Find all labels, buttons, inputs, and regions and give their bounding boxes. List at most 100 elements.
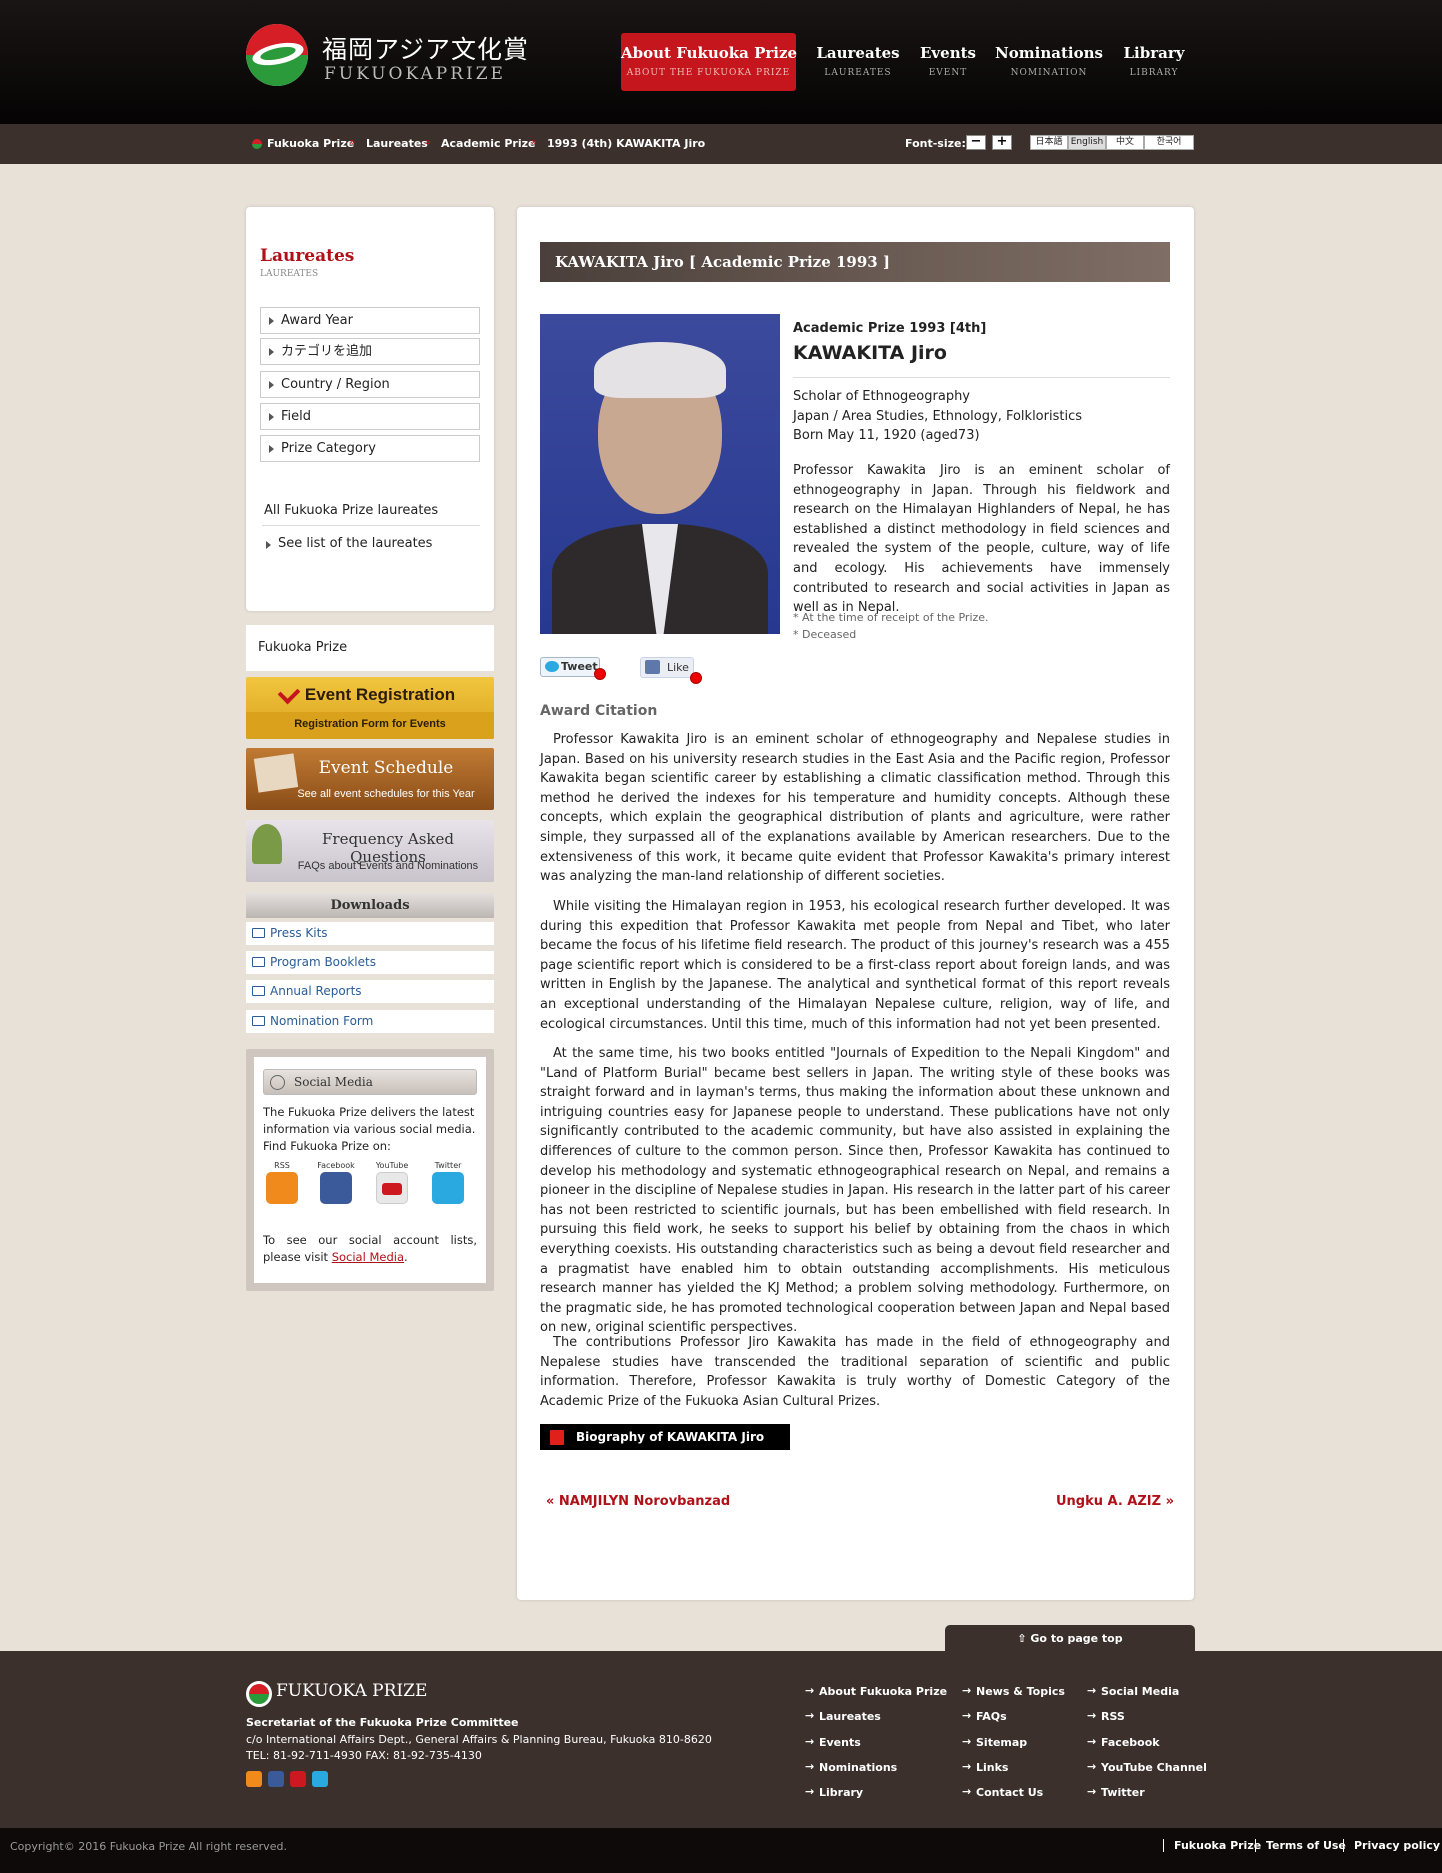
- breadcrumb-academic-prize[interactable]: Academic Prize: [441, 137, 536, 150]
- see-list-link[interactable]: See list of the laureates: [264, 536, 432, 551]
- laureate-name: KAWAKITA Jiro: [793, 342, 947, 364]
- nav-nominations[interactable]: Nominations NOMINATION: [990, 33, 1108, 91]
- youtube-icon[interactable]: [376, 1172, 408, 1204]
- footer-secretariat: Secretariat of the Fukuoka Prize Committ…: [246, 1716, 519, 1729]
- nav-nominations-sub: NOMINATION: [1010, 68, 1088, 78]
- site-logo[interactable]: 福岡アジア文化賞 FUKUOKAPRIZE: [246, 24, 546, 90]
- footer-rss-icon[interactable]: [246, 1771, 262, 1787]
- breadcrumb-separator-icon: »: [531, 137, 538, 148]
- downloads-header: Downloads: [246, 893, 494, 918]
- lang-japanese[interactable]: 日本語: [1030, 135, 1068, 150]
- copyright-text: Copyright© 2016 Fukuoka Prize All right …: [10, 1840, 287, 1853]
- bottom-link-fukuoka-prize[interactable]: Fukuoka Prize: [1163, 1839, 1261, 1852]
- font-decrease-button[interactable]: −: [966, 135, 986, 150]
- tweet-badge-icon: [594, 668, 606, 680]
- download-press-kits[interactable]: Press Kits: [246, 922, 494, 945]
- prize-kind: Academic Prize 1993 [4th]: [793, 321, 987, 336]
- breadcrumb-bar: [0, 124, 1442, 164]
- previous-laureate-link[interactable]: « NAMJILYN Norovbanzad: [546, 1494, 730, 1509]
- nav-events[interactable]: Events EVENT: [912, 33, 984, 91]
- page-title: KAWAKITA Jiro [ Academic Prize 1993 ]: [540, 242, 1170, 282]
- lang-english[interactable]: English: [1068, 135, 1106, 150]
- nav-laureates[interactable]: Laureates LAUREATES: [810, 33, 906, 91]
- footer-link[interactable]: Social Media: [1087, 1684, 1179, 1698]
- all-laureates-label: All Fukuoka Prize laureates: [264, 503, 439, 518]
- footer-link[interactable]: Contact Us: [962, 1785, 1043, 1799]
- nav-about-sub: ABOUT THE FUKUOKA PRIZE: [626, 68, 791, 78]
- download-program-booklets[interactable]: Program Booklets: [246, 951, 494, 974]
- citation-paragraph: The contributions Professor Jiro Kawakit…: [540, 1335, 1170, 1409]
- category-field[interactable]: Field: [260, 403, 480, 430]
- facebook-label: Facebook: [317, 1161, 355, 1170]
- breadcrumb-separator-icon: »: [349, 137, 356, 148]
- facebook-icon[interactable]: [320, 1172, 352, 1204]
- laureate-photo: [540, 314, 780, 634]
- event-schedule-sub: See all event schedules for this Year: [297, 788, 475, 800]
- youtube-label: YouTube: [375, 1161, 409, 1170]
- footer-youtube-icon[interactable]: [290, 1771, 306, 1787]
- nav-library[interactable]: Library LIBRARY: [1116, 33, 1192, 91]
- footer-link[interactable]: Sitemap: [962, 1735, 1027, 1749]
- bottom-link-terms[interactable]: Terms of Use: [1255, 1839, 1346, 1852]
- globe-icon: [270, 1075, 285, 1090]
- footer-link[interactable]: Facebook: [1087, 1735, 1160, 1749]
- category-prize-category[interactable]: Prize Category: [260, 435, 480, 462]
- breadcrumb-laureates[interactable]: Laureates: [366, 137, 428, 150]
- footer-link[interactable]: YouTube Channel: [1087, 1760, 1207, 1774]
- footer-link[interactable]: FAQs: [962, 1709, 1007, 1723]
- laureate-description: Professor Kawakita Jiro is an eminent sc…: [793, 463, 1170, 616]
- go-to-top-button[interactable]: ⇧ Go to page top: [945, 1625, 1195, 1652]
- footer-logo-icon: [246, 1681, 272, 1707]
- download-annual-reports[interactable]: Annual Reports: [246, 980, 494, 1003]
- footer-link[interactable]: RSS: [1087, 1709, 1125, 1723]
- category-award-year[interactable]: Award Year: [260, 307, 480, 334]
- footer-logo-text[interactable]: FUKUOKA PRIZE: [276, 1681, 427, 1701]
- footer-link[interactable]: About Fukuoka Prize: [805, 1684, 947, 1698]
- nav-laureates-sub: LAUREATES: [824, 68, 892, 78]
- social-media-link[interactable]: Social Media: [332, 1250, 404, 1264]
- lang-chinese[interactable]: 中文: [1106, 135, 1144, 150]
- social-footer-end: .: [404, 1250, 408, 1264]
- note-time-of-receipt: * At the time of receipt of the Prize.: [793, 611, 989, 624]
- category-add[interactable]: カテゴリを追加: [260, 338, 480, 365]
- breadcrumb-home[interactable]: Fukuoka Prize: [267, 137, 354, 150]
- rss-icon[interactable]: [266, 1172, 298, 1204]
- footer-link[interactable]: Library: [805, 1785, 863, 1799]
- nav-about[interactable]: About Fukuoka Prize ABOUT THE FUKUOKA PR…: [621, 33, 797, 91]
- biography-pdf-button[interactable]: Biography of KAWAKITA Jiro (PDF): [540, 1424, 790, 1470]
- download-nomination-form[interactable]: Nomination Form: [246, 1010, 494, 1033]
- pdf-icon: [550, 1430, 564, 1445]
- faq-banner[interactable]: Frequency Asked Questions FAQs about Eve…: [246, 820, 494, 882]
- next-laureate-link[interactable]: Ungku A. AZIZ »: [1056, 1494, 1174, 1509]
- laureate-field: Japan / Area Studies, Ethnology, Folklor…: [793, 409, 1082, 424]
- link-icon: [252, 986, 265, 996]
- fukuoka-prize-label[interactable]: Fukuoka Prize: [258, 640, 347, 655]
- download-label: Press Kits: [270, 926, 328, 940]
- footer-link[interactable]: Events: [805, 1735, 861, 1749]
- like-badge-icon: [690, 672, 702, 684]
- event-schedule-banner[interactable]: Event Schedule See all event schedules f…: [246, 748, 494, 810]
- bottom-link-privacy[interactable]: Privacy policy: [1343, 1839, 1440, 1852]
- footer-twitter-icon[interactable]: [312, 1771, 328, 1787]
- footer-facebook-icon[interactable]: [268, 1771, 284, 1787]
- social-media-header: Social Media: [263, 1069, 477, 1095]
- award-citation-heading: Award Citation: [540, 703, 658, 719]
- footer-link[interactable]: Laureates: [805, 1709, 881, 1723]
- lang-korean[interactable]: 한국어: [1144, 135, 1194, 150]
- font-increase-button[interactable]: +: [992, 135, 1012, 150]
- citation-paragraph: Professor Kawakita Jiro is an eminent sc…: [540, 732, 1170, 885]
- laureate-role: Scholar of Ethnogeography: [793, 389, 971, 404]
- category-country-region[interactable]: Country / Region: [260, 371, 480, 398]
- event-registration-sub: Registration Form for Events: [294, 718, 446, 730]
- footer-link[interactable]: Twitter: [1087, 1785, 1145, 1799]
- nav-library-sub: LIBRARY: [1129, 68, 1179, 78]
- footer-link[interactable]: News & Topics: [962, 1684, 1065, 1698]
- event-registration-banner[interactable]: Event Registration Registration Form for…: [246, 677, 494, 739]
- logo-english-text: FUKUOKAPRIZE: [324, 64, 506, 84]
- twitter-icon[interactable]: [432, 1172, 464, 1204]
- sidebar-title: Laureates: [260, 246, 355, 266]
- footer-link[interactable]: Nominations: [805, 1760, 897, 1774]
- event-registration-title: Event Registration: [304, 685, 456, 704]
- thumbs-up-icon: [645, 660, 660, 674]
- footer-link[interactable]: Links: [962, 1760, 1008, 1774]
